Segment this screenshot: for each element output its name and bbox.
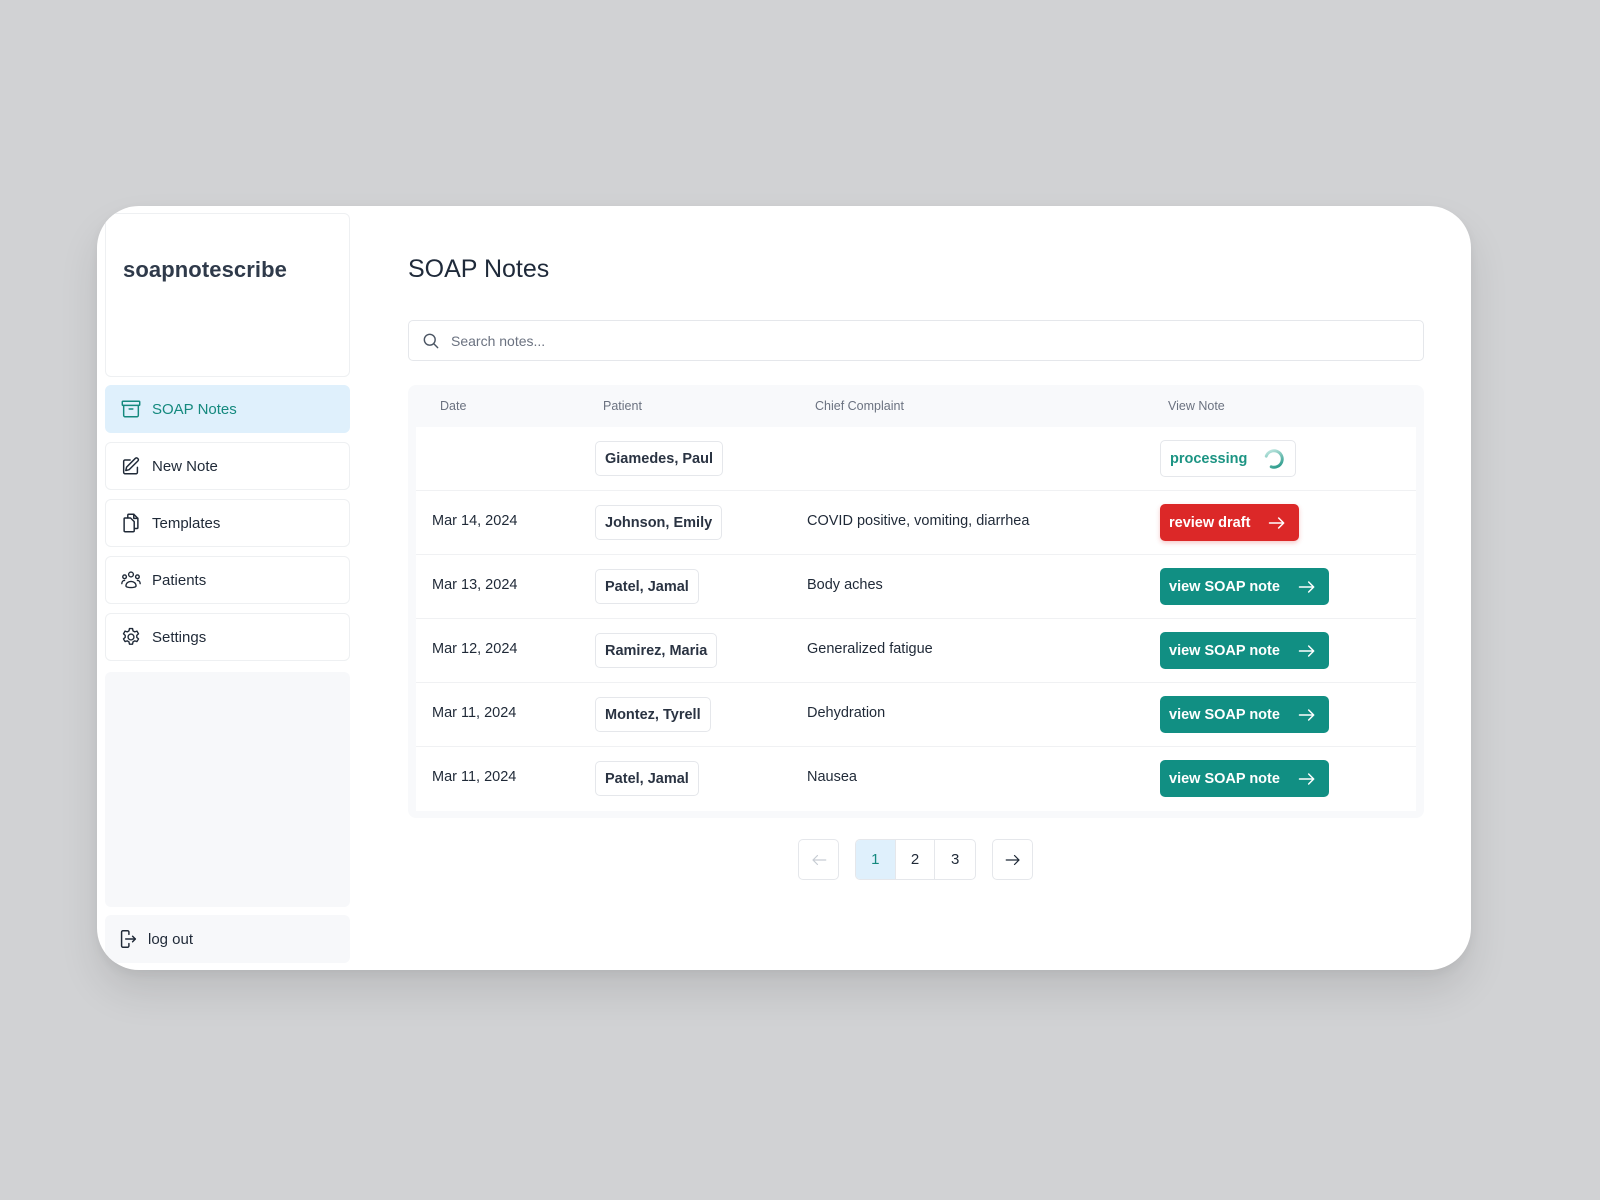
arrow-right-icon <box>1297 641 1317 661</box>
sidebar-item-new-note[interactable]: New Note <box>105 442 350 490</box>
patient-chip[interactable]: Patel, Jamal <box>595 569 699 604</box>
brand-panel: soapnotescribe <box>105 213 350 377</box>
table-row: Mar 11, 2024 Montez, Tyrell Dehydration … <box>416 683 1416 747</box>
cell-date: Mar 11, 2024 <box>432 705 517 721</box>
sidebar-item-soap-notes[interactable]: SOAP Notes <box>105 385 350 433</box>
logout-button[interactable]: log out <box>105 915 350 963</box>
brand-logo[interactable]: soapnotescribe <box>123 257 287 283</box>
documents-icon <box>120 512 142 534</box>
patient-chip[interactable]: Johnson, Emily <box>595 505 723 540</box>
button-label: view SOAP note <box>1169 578 1280 595</box>
cell-chief-complaint: Body aches <box>807 577 883 593</box>
sidebar: soapnotescribe SOAP Notes New Note Templ… <box>105 213 350 963</box>
view-soap-note-button[interactable]: view SOAP note <box>1160 760 1329 797</box>
cell-date: Mar 12, 2024 <box>432 641 518 657</box>
button-label: review draft <box>1169 514 1251 531</box>
pagination-page-3[interactable]: 3 <box>935 840 975 879</box>
arrow-right-icon <box>1004 851 1022 869</box>
users-group-icon <box>120 569 142 591</box>
archive-box-icon <box>120 398 142 420</box>
table-row: Mar 13, 2024 Patel, Jamal Body aches vie… <box>416 555 1416 619</box>
view-soap-note-button[interactable]: view SOAP note <box>1160 568 1329 605</box>
table-header: Date Patient Chief Complaint View Note <box>408 385 1424 427</box>
sidebar-item-templates[interactable]: Templates <box>105 499 350 547</box>
sidebar-item-label: Patients <box>152 571 207 589</box>
button-label: view SOAP note <box>1169 642 1280 659</box>
column-header-patient: Patient <box>603 399 642 413</box>
search-bar[interactable] <box>408 320 1424 361</box>
gear-icon <box>120 626 142 648</box>
page-title: SOAP Notes <box>408 255 550 283</box>
cell-chief-complaint: COVID positive, vomiting, diarrhea <box>807 513 1030 529</box>
table-body: Giamedes, Paul processing Mar 14, 2024 J… <box>416 427 1416 811</box>
cell-chief-complaint: Dehydration <box>807 705 886 721</box>
cell-date: Mar 14, 2024 <box>432 513 518 529</box>
app-window: soapnotescribe SOAP Notes New Note Templ… <box>97 206 1471 970</box>
sidebar-item-label: Settings <box>152 628 207 646</box>
logout-icon <box>117 928 139 950</box>
column-header-view-note: View Note <box>1168 399 1225 413</box>
pagination-page-1[interactable]: 1 <box>856 840 896 879</box>
pagination-pages: 1 2 3 <box>855 839 976 880</box>
pagination-next-button[interactable] <box>992 839 1033 880</box>
pagination-page-2[interactable]: 2 <box>896 840 936 879</box>
column-header-date: Date <box>440 399 467 413</box>
loading-spinner-icon <box>1263 448 1285 470</box>
arrow-right-icon <box>1297 769 1317 789</box>
sidebar-item-label: SOAP Notes <box>152 400 237 418</box>
patient-chip[interactable]: Giamedes, Paul <box>595 441 723 476</box>
patient-chip[interactable]: Montez, Tyrell <box>595 697 711 732</box>
table-row: Giamedes, Paul processing <box>416 427 1416 491</box>
sidebar-item-label: Templates <box>152 514 221 532</box>
processing-label: processing <box>1170 450 1248 467</box>
table-row: Mar 14, 2024 Johnson, Emily COVID positi… <box>416 491 1416 555</box>
arrow-right-icon <box>1297 705 1317 725</box>
sidebar-item-patients[interactable]: Patients <box>105 556 350 604</box>
view-soap-note-button[interactable]: view SOAP note <box>1160 696 1329 733</box>
arrow-right-icon <box>1267 513 1287 533</box>
arrow-right-icon <box>1297 577 1317 597</box>
cell-chief-complaint: Generalized fatigue <box>807 641 933 657</box>
processing-status: processing <box>1160 440 1297 477</box>
cell-date: Mar 13, 2024 <box>432 577 518 593</box>
review-draft-button[interactable]: review draft <box>1160 504 1300 541</box>
view-soap-note-button[interactable]: view SOAP note <box>1160 632 1329 669</box>
table-row: Mar 11, 2024 Patel, Jamal Nausea view SO… <box>416 747 1416 811</box>
button-label: view SOAP note <box>1169 770 1280 787</box>
sidebar-item-label: New Note <box>152 457 218 475</box>
search-icon <box>421 331 441 351</box>
column-header-chief-complaint: Chief Complaint <box>815 399 904 413</box>
arrow-left-icon <box>810 851 828 869</box>
button-label: view SOAP note <box>1169 706 1280 723</box>
pagination-prev-button[interactable] <box>798 839 839 880</box>
patient-chip[interactable]: Patel, Jamal <box>595 761 699 796</box>
patient-chip[interactable]: Ramirez, Maria <box>595 633 718 668</box>
search-input[interactable] <box>451 332 1351 349</box>
sidebar-spacer <box>105 672 350 907</box>
cell-date: Mar 11, 2024 <box>432 769 517 785</box>
sidebar-item-settings[interactable]: Settings <box>105 613 350 661</box>
cell-chief-complaint: Nausea <box>807 769 857 785</box>
pencil-square-icon <box>120 455 142 477</box>
notes-table: Date Patient Chief Complaint View Note G… <box>408 385 1424 818</box>
table-row: Mar 12, 2024 Ramirez, Maria Generalized … <box>416 619 1416 683</box>
logout-label: log out <box>148 930 194 948</box>
